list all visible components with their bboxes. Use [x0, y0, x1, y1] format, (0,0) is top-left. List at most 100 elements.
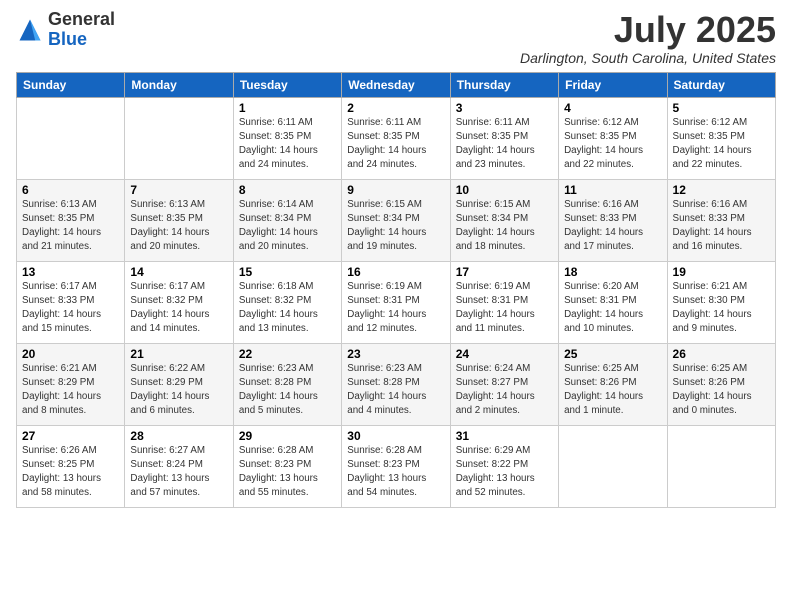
- day-info: Sunrise: 6:15 AMSunset: 8:34 PMDaylight:…: [347, 199, 426, 253]
- calendar-cell: 13 Sunrise: 6:17 AMSunset: 8:33 PMDayligh…: [17, 261, 125, 343]
- header: General Blue July 2025 Darlington, South…: [16, 10, 776, 66]
- title-block: July 2025 Darlington, South Carolina, Un…: [520, 10, 776, 66]
- calendar-cell: 15Sunrise: 6:18 AMSunset: 8:32 PMDayligh…: [233, 261, 341, 343]
- calendar-cell: 12 Sunrise: 6:16 AMSunset: 8:33 PMDayligh…: [667, 179, 775, 261]
- day-number: 7: [130, 183, 227, 197]
- day-info: Sunrise: 6:21 AMSunset: 8:30 PMDaylight:…: [673, 281, 752, 335]
- day-info: Sunrise: 6:26 AMSunset: 8:25 PMDaylight:…: [22, 445, 101, 499]
- day-info: Sunrise: 6:19 AMSunset: 8:31 PMDaylight:…: [456, 281, 535, 335]
- calendar-cell: 26 Sunrise: 6:25 AMSunset: 8:26 PMDayligh…: [667, 343, 775, 425]
- calendar-cell: [125, 97, 233, 179]
- day-number: 16: [347, 265, 444, 279]
- day-number: 5: [673, 101, 770, 115]
- day-info: Sunrise: 6:14 AMSunset: 8:34 PMDaylight:…: [239, 199, 318, 253]
- col-monday: Monday: [125, 72, 233, 97]
- day-info: Sunrise: 6:29 AMSunset: 8:22 PMDaylight:…: [456, 445, 535, 499]
- calendar-cell: 30Sunrise: 6:28 AMSunset: 8:23 PMDayligh…: [342, 425, 450, 507]
- day-number: 27: [22, 429, 119, 443]
- day-number: 19: [673, 265, 770, 279]
- day-number: 6: [22, 183, 119, 197]
- day-info: Sunrise: 6:12 AMSunset: 8:35 PMDaylight:…: [564, 117, 643, 171]
- day-info: Sunrise: 6:17 AMSunset: 8:32 PMDaylight:…: [130, 281, 209, 335]
- day-number: 20: [22, 347, 119, 361]
- day-info: Sunrise: 6:27 AMSunset: 8:24 PMDaylight:…: [130, 445, 209, 499]
- location: Darlington, South Carolina, United State…: [520, 50, 776, 66]
- day-info: Sunrise: 6:12 AMSunset: 8:35 PMDaylight:…: [673, 117, 752, 171]
- day-number: 30: [347, 429, 444, 443]
- day-info: Sunrise: 6:16 AMSunset: 8:33 PMDaylight:…: [673, 199, 752, 253]
- calendar-cell: 17 Sunrise: 6:19 AMSunset: 8:31 PMDayligh…: [450, 261, 558, 343]
- calendar-cell: 5 Sunrise: 6:12 AMSunset: 8:35 PMDaylight…: [667, 97, 775, 179]
- col-wednesday: Wednesday: [342, 72, 450, 97]
- calendar-cell: 19 Sunrise: 6:21 AMSunset: 8:30 PMDayligh…: [667, 261, 775, 343]
- day-number: 9: [347, 183, 444, 197]
- calendar-cell: 8Sunrise: 6:14 AMSunset: 8:34 PMDaylight…: [233, 179, 341, 261]
- calendar-cell: 27 Sunrise: 6:26 AMSunset: 8:25 PMDayligh…: [17, 425, 125, 507]
- calendar-cell: 29 Sunrise: 6:28 AMSunset: 8:23 PMDayligh…: [233, 425, 341, 507]
- day-info: Sunrise: 6:19 AMSunset: 8:31 PMDaylight:…: [347, 281, 426, 335]
- calendar-cell: 16 Sunrise: 6:19 AMSunset: 8:31 PMDayligh…: [342, 261, 450, 343]
- week-row-4: 20Sunrise: 6:21 AMSunset: 8:29 PMDayligh…: [17, 343, 776, 425]
- calendar-cell: 20Sunrise: 6:21 AMSunset: 8:29 PMDayligh…: [17, 343, 125, 425]
- day-number: 31: [456, 429, 553, 443]
- month-title: July 2025: [520, 10, 776, 50]
- day-info: Sunrise: 6:13 AMSunset: 8:35 PMDaylight:…: [130, 199, 209, 253]
- day-info: Sunrise: 6:24 AMSunset: 8:27 PMDaylight:…: [456, 363, 535, 417]
- calendar-cell: 1 Sunrise: 6:11 AMSunset: 8:35 PMDaylight…: [233, 97, 341, 179]
- day-number: 26: [673, 347, 770, 361]
- day-number: 29: [239, 429, 336, 443]
- day-number: 21: [130, 347, 227, 361]
- calendar-cell: 10 Sunrise: 6:15 AMSunset: 8:34 PMDayligh…: [450, 179, 558, 261]
- day-info: Sunrise: 6:25 AMSunset: 8:26 PMDaylight:…: [564, 363, 643, 417]
- calendar-cell: 2Sunrise: 6:11 AMSunset: 8:35 PMDaylight…: [342, 97, 450, 179]
- logo-blue: Blue: [48, 29, 87, 49]
- day-number: 17: [456, 265, 553, 279]
- week-row-1: 1 Sunrise: 6:11 AMSunset: 8:35 PMDaylight…: [17, 97, 776, 179]
- calendar-cell: 18 Sunrise: 6:20 AMSunset: 8:31 PMDayligh…: [559, 261, 667, 343]
- day-info: Sunrise: 6:20 AMSunset: 8:31 PMDaylight:…: [564, 281, 643, 335]
- day-info: Sunrise: 6:23 AMSunset: 8:28 PMDaylight:…: [239, 363, 318, 417]
- day-info: Sunrise: 6:11 AMSunset: 8:35 PMDaylight:…: [239, 117, 318, 171]
- day-number: 4: [564, 101, 661, 115]
- day-info: Sunrise: 6:17 AMSunset: 8:33 PMDaylight:…: [22, 281, 101, 335]
- logo-icon: [16, 16, 44, 44]
- calendar-cell: 22 Sunrise: 6:23 AMSunset: 8:28 PMDayligh…: [233, 343, 341, 425]
- calendar-cell: [667, 425, 775, 507]
- day-number: 18: [564, 265, 661, 279]
- day-number: 14: [130, 265, 227, 279]
- day-info: Sunrise: 6:25 AMSunset: 8:26 PMDaylight:…: [673, 363, 752, 417]
- day-info: Sunrise: 6:28 AMSunset: 8:23 PMDaylight:…: [239, 445, 318, 499]
- day-number: 13: [22, 265, 119, 279]
- day-info: Sunrise: 6:23 AMSunset: 8:28 PMDaylight:…: [347, 363, 426, 417]
- calendar-cell: 7 Sunrise: 6:13 AMSunset: 8:35 PMDaylight…: [125, 179, 233, 261]
- day-number: 12: [673, 183, 770, 197]
- col-tuesday: Tuesday: [233, 72, 341, 97]
- col-thursday: Thursday: [450, 72, 558, 97]
- calendar-cell: 4 Sunrise: 6:12 AMSunset: 8:35 PMDaylight…: [559, 97, 667, 179]
- calendar-cell: 31 Sunrise: 6:29 AMSunset: 8:22 PMDayligh…: [450, 425, 558, 507]
- logo-general: General: [48, 9, 115, 29]
- day-info: Sunrise: 6:22 AMSunset: 8:29 PMDaylight:…: [130, 363, 209, 417]
- calendar-cell: 11Sunrise: 6:16 AMSunset: 8:33 PMDayligh…: [559, 179, 667, 261]
- col-saturday: Saturday: [667, 72, 775, 97]
- day-number: 10: [456, 183, 553, 197]
- week-row-5: 27 Sunrise: 6:26 AMSunset: 8:25 PMDayligh…: [17, 425, 776, 507]
- day-info: Sunrise: 6:13 AMSunset: 8:35 PMDaylight:…: [22, 199, 101, 253]
- calendar-cell: 3Sunrise: 6:11 AMSunset: 8:35 PMDaylight…: [450, 97, 558, 179]
- calendar-cell: 24Sunrise: 6:24 AMSunset: 8:27 PMDayligh…: [450, 343, 558, 425]
- day-number: 1: [239, 101, 336, 115]
- page: General Blue July 2025 Darlington, South…: [0, 0, 792, 612]
- day-info: Sunrise: 6:11 AMSunset: 8:35 PMDaylight:…: [347, 117, 426, 171]
- calendar-cell: [559, 425, 667, 507]
- calendar-header-row: Sunday Monday Tuesday Wednesday Thursday…: [17, 72, 776, 97]
- col-sunday: Sunday: [17, 72, 125, 97]
- calendar-cell: [17, 97, 125, 179]
- calendar-cell: 14 Sunrise: 6:17 AMSunset: 8:32 PMDayligh…: [125, 261, 233, 343]
- day-number: 28: [130, 429, 227, 443]
- calendar-cell: 21 Sunrise: 6:22 AMSunset: 8:29 PMDayligh…: [125, 343, 233, 425]
- day-number: 15: [239, 265, 336, 279]
- day-number: 22: [239, 347, 336, 361]
- day-info: Sunrise: 6:15 AMSunset: 8:34 PMDaylight:…: [456, 199, 535, 253]
- day-number: 25: [564, 347, 661, 361]
- calendar-cell: 25 Sunrise: 6:25 AMSunset: 8:26 PMDayligh…: [559, 343, 667, 425]
